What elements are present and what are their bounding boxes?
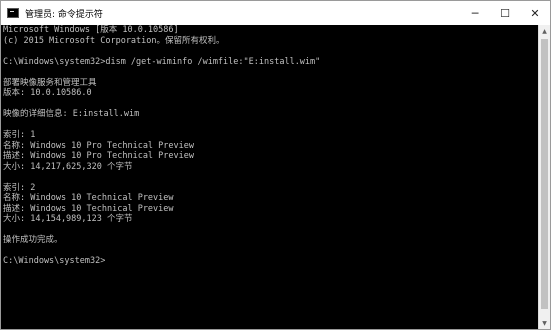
console-line: 操作成功完成。 — [3, 235, 63, 245]
maximize-button[interactable]: ☐ — [490, 1, 520, 25]
command-prompt-window: 管理员: 命令提示符 ─ ☐ ✕ Microsoft Windows [版本 1… — [0, 0, 551, 330]
console-line: 名称: Windows 10 Technical Preview — [3, 193, 174, 203]
close-button[interactable]: ✕ — [520, 1, 550, 25]
console-line: Microsoft Windows [版本 10.0.10586] — [3, 25, 179, 35]
console-line: 名称: Windows 10 Pro Technical Preview — [3, 140, 194, 151]
scrollbar-thumb[interactable] — [541, 39, 548, 309]
console-line: 大小: 14,154,989,123 个字节 — [3, 214, 133, 224]
console-line: C:\Windows\system32>dism /get-wiminfo /w… — [3, 56, 321, 67]
vertical-scrollbar[interactable]: ▲ ▼ — [538, 25, 550, 329]
console-line: (c) 2015 Microsoft Corporation。保留所有权利。 — [3, 35, 225, 46]
console-line: 映像的详细信息: E:install.wim — [3, 109, 140, 119]
console-line: 版本: 10.0.10586.0 — [3, 88, 92, 98]
title-bar[interactable]: 管理员: 命令提示符 ─ ☐ ✕ — [1, 1, 550, 25]
console-line: C:\Windows\system32> — [3, 256, 106, 266]
chevron-up-icon[interactable]: ▲ — [539, 25, 550, 37]
cmd-icon — [7, 8, 19, 18]
console-line: 描述: Windows 10 Technical Preview — [3, 203, 174, 214]
console-line: 索引: 1 — [3, 130, 36, 140]
console-line: 索引: 2 — [3, 182, 36, 193]
window-title: 管理员: 命令提示符 — [25, 9, 103, 20]
console-line: 部署映像服务和管理工具 — [3, 77, 97, 88]
window-controls: ─ ☐ ✕ — [460, 1, 550, 25]
chevron-down-icon[interactable]: ▼ — [539, 317, 550, 329]
console-line: 描述: Windows 10 Pro Technical Preview — [3, 151, 194, 161]
console-lines: Microsoft Windows [版本 10.0.10586] (c) 201… — [1, 25, 538, 267]
console-line: 大小: 14,217,625,320 个字节 — [3, 161, 133, 172]
minimize-button[interactable]: ─ — [460, 1, 490, 25]
console-output[interactable]: Microsoft Windows [版本 10.0.10586] (c) 201… — [1, 25, 538, 329]
